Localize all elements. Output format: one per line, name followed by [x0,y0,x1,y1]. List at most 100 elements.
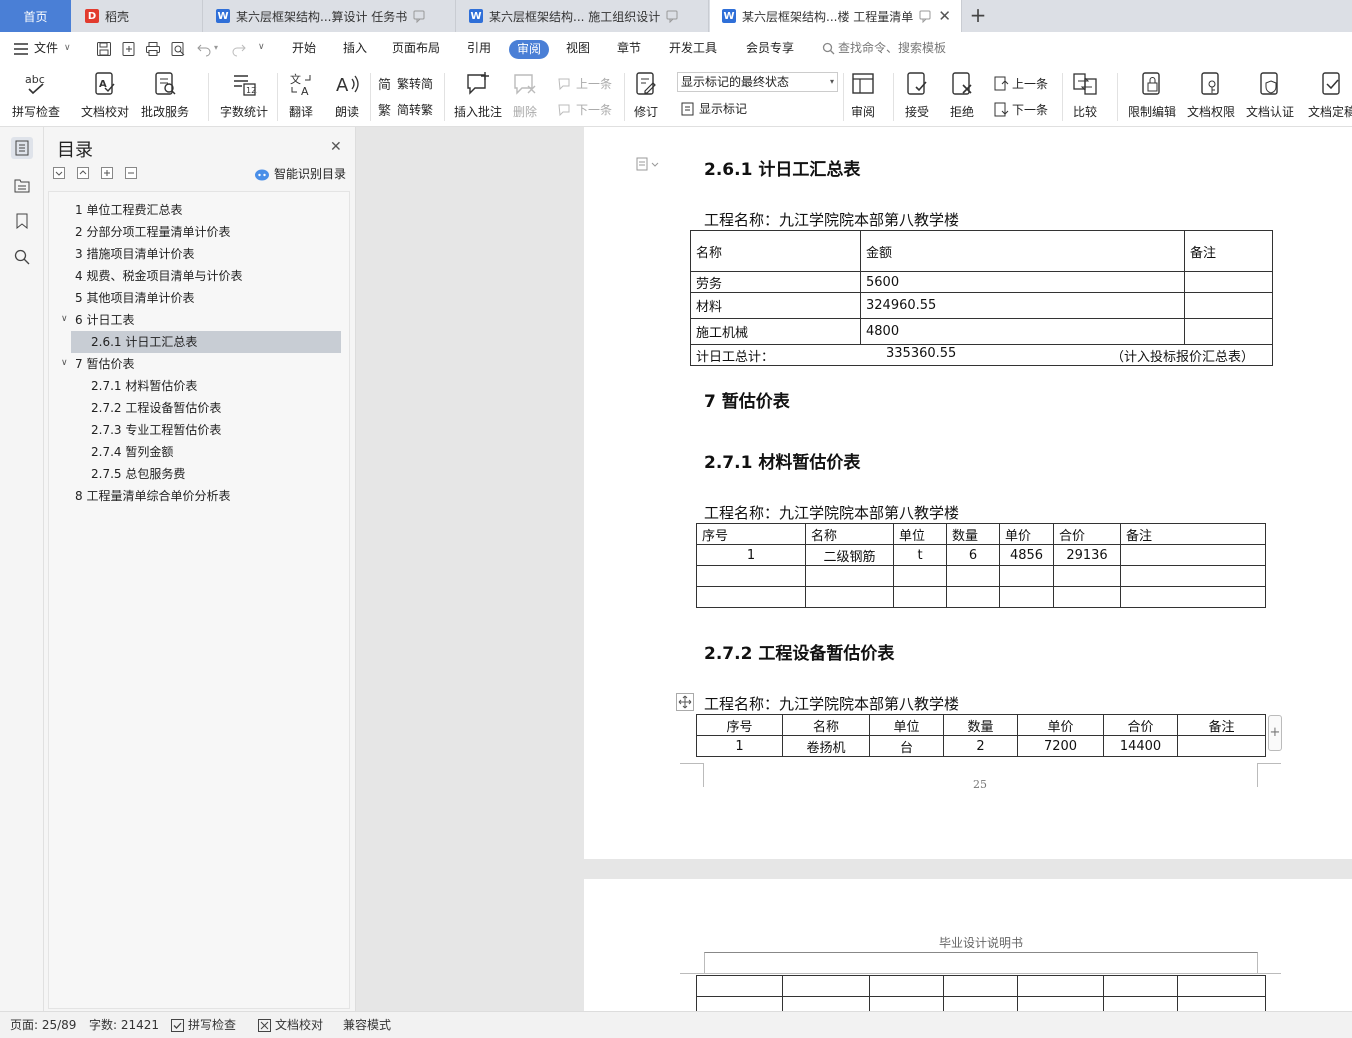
next-comment-button[interactable]: 下一条 [557,101,612,118]
toc-item[interactable]: 3 措施项目清单计价表 [75,243,194,265]
chevron-down-icon[interactable]: ∨ [61,358,68,368]
restrict-editing-button[interactable]: 限制编辑 [1128,71,1176,120]
table-cell: 5600 [860,271,1185,293]
traditional-to-simplified-button[interactable]: 简 繁转简 [378,75,433,92]
save-icon[interactable] [96,41,112,57]
word-count-indicator[interactable]: 字数: 21421 [89,1012,159,1038]
quick-access-more-icon[interactable]: ∨ [258,42,265,52]
insert-comment-button[interactable]: 插入批注 [454,71,502,120]
simplified-to-traditional-button[interactable]: 繁 简转繁 [378,101,433,118]
close-tab-icon[interactable]: ✕ [938,8,951,24]
toc-panel: 目录 ✕ 智能识别目录 1 单位工程费汇总表 2 分部分项工程量清单计价表 3 … [44,127,356,1011]
toc-item[interactable]: 2.7.2 工程设备暂估价表 [91,397,221,419]
spell-check-icon: abc [25,73,45,95]
next-page-table [696,975,1266,1011]
certify-shield-icon [1260,72,1278,95]
tab-doc-construction[interactable]: W 某六层框架结构... 施工组织设计 [457,0,709,32]
menu-review[interactable]: 审阅 [509,40,550,59]
collapse-all-icon[interactable] [53,167,65,179]
status-spell-check[interactable]: 拼写检查 [171,1012,236,1038]
chevron-down-icon[interactable]: ∨ [61,314,68,324]
find-nav-button[interactable] [11,246,33,268]
toc-item[interactable]: 5 其他项目清单计价表 [75,287,194,309]
redo-icon[interactable] [231,41,247,57]
next-change-icon [994,102,1009,116]
menu-chapter[interactable]: 章节 [617,32,641,65]
menu-developer[interactable]: 开发工具 [669,32,717,65]
markup-state-select[interactable]: 显示标记的最终状态 ▾ [677,72,838,92]
close-icon[interactable]: ✕ [330,139,342,155]
spell-check-button[interactable]: abc 拼写检查 [12,71,60,120]
compat-mode-indicator: 兼容模式 [343,1018,392,1032]
undo-dropdown-icon[interactable]: ▾ [214,43,218,52]
menu-references[interactable]: 引用 [467,32,491,65]
paragraph-menu-icon[interactable] [636,157,662,171]
translate-button[interactable]: 文A 翻译 [288,71,314,120]
undo-icon[interactable] [196,41,212,57]
toc-item[interactable]: 2.7.4 暂列金额 [91,441,173,463]
review-pane-button[interactable]: 审阅 [850,71,876,120]
table-move-handle-icon[interactable] [676,693,694,711]
export-pdf-icon[interactable] [121,41,137,57]
document-page: 2.6.1 计日工汇总表 工程名称：九江学院院本部第八教学楼 名称 金额 备注 劳务… [584,127,1352,859]
doc-permission-button[interactable]: 文档权限 [1187,71,1235,120]
command-search[interactable]: 查找命令、搜索模板 [822,32,946,65]
menu-page-layout[interactable]: 页面布局 [392,32,440,65]
prev-comment-button[interactable]: 上一条 [557,75,612,92]
read-aloud-button[interactable]: A 朗读 [334,71,360,120]
file-menu[interactable]: 文件 ∨ [14,32,71,65]
review-service-button[interactable]: 批改服务 [141,71,189,120]
new-tab-button[interactable]: + [968,3,988,27]
tab-daoke[interactable]: D 稻壳 [73,0,203,32]
toc-item[interactable]: 7 暂估价表 [75,353,134,375]
next-comment-label: 下一条 [576,103,613,117]
table-header-cell: 单位 [893,523,947,545]
tab-doc-task[interactable]: W 某六层框架结构...算设计 任务书 [204,0,456,32]
table-cell [805,586,894,608]
expand-all-icon[interactable] [77,167,89,179]
tab-home[interactable]: 首页 [0,0,71,32]
next-change-button[interactable]: 下一条 [993,101,1048,118]
toc-item[interactable]: 2.7.1 材料暂估价表 [91,375,197,397]
compare-button[interactable]: 比较 [1072,71,1098,120]
reject-button[interactable]: 拒绝 [949,71,975,120]
doc-finalize-button[interactable]: 文档定稿 [1308,71,1352,120]
status-doc-check[interactable]: 文档校对 [258,1012,323,1038]
traditional-to-simplified-icon: 简 [378,77,391,92]
bookmark-nav-button[interactable] [11,210,33,232]
collapse-level-icon[interactable] [125,167,137,179]
accept-button[interactable]: 接受 [904,71,930,120]
toc-item[interactable]: 2.7.5 总包服务费 [91,463,185,485]
menu-start[interactable]: 开始 [292,32,316,65]
table-cell [1184,271,1273,293]
doc-check-button[interactable]: A 文档校对 [81,71,129,120]
toc-item-selected[interactable]: 2.6.1 计日工汇总表 [71,331,341,353]
review-service-label: 批改服务 [141,105,190,119]
print-preview-icon[interactable] [170,41,186,57]
table-cell: 台 [869,735,944,757]
print-icon[interactable] [145,41,161,57]
menu-insert[interactable]: 插入 [343,32,367,65]
toc-item[interactable]: 2.7.3 专业工程暂估价表 [91,419,221,441]
word-count-button[interactable]: 123 字数统计 [220,71,268,120]
toc-item[interactable]: 6 计日工表 [75,309,134,331]
toc-item[interactable]: 4 规费、税金项目清单与计价表 [75,265,242,287]
permission-icon [1201,72,1219,95]
track-changes-button[interactable]: 修订 [633,71,659,120]
toc-item[interactable]: 1 单位工程费汇总表 [75,199,182,221]
toc-item[interactable]: 2 分部分项工程量清单计价表 [75,221,230,243]
page-indicator[interactable]: 页面: 25/89 [10,1012,76,1038]
doc-certify-button[interactable]: 文档认证 [1246,71,1294,120]
tab-doc-quantity[interactable]: W 某六层框架结构...楼 工程量清单 ✕ [710,0,962,32]
toc-item[interactable]: 8 工程量清单综合单价分析表 [75,485,230,507]
add-column-button[interactable]: + [1268,715,1282,751]
smart-toc-button[interactable]: 智能识别目录 [254,165,346,182]
menu-view[interactable]: 视图 [566,32,590,65]
show-markup-button[interactable]: 显示标记 [680,100,747,117]
expand-level-icon[interactable] [101,167,113,179]
prev-change-button[interactable]: 上一条 [993,75,1048,92]
menu-member[interactable]: 会员专享 [746,32,794,65]
toc-nav-button[interactable] [11,137,33,159]
chapter-nav-button[interactable] [11,174,33,196]
delete-comment-button[interactable]: 删除 [512,71,538,120]
